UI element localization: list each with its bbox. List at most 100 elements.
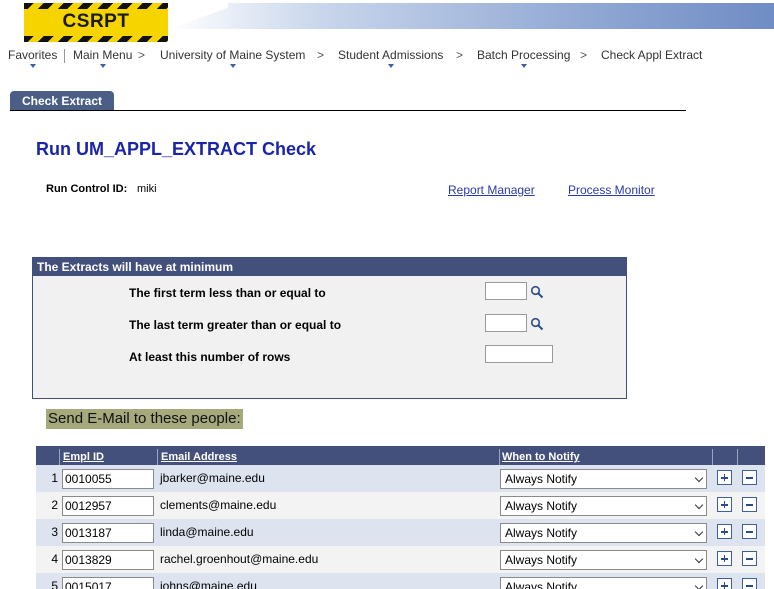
notify-value: Always Notify [505,526,578,540]
notify-select[interactable]: Always Notify [500,550,707,570]
row-number: 2 [51,498,58,512]
rows-label: At least this number of rows [129,350,291,364]
minus-icon [746,558,753,560]
notify-select[interactable]: Always Notify [500,577,707,589]
nav-batch-processing[interactable]: Batch Processing [477,48,571,68]
nav-check-appl-extract[interactable]: Check Appl Extract [601,48,702,62]
col-header-email[interactable]: Email Address [161,449,237,465]
magnifier-icon[interactable] [530,317,544,331]
header-divider [157,449,158,465]
header-divider [737,449,738,465]
run-control-label: Run Control ID: [46,183,128,195]
nav-favorites[interactable]: Favorites [8,48,58,68]
tab-underline [10,110,686,111]
row-number: 3 [51,525,58,539]
rows-input[interactable] [485,345,553,363]
emplid-input[interactable]: 0013187 [62,523,154,543]
page-title: Run UM_APPL_EXTRACT Check [36,139,317,159]
add-row-button[interactable] [717,524,732,539]
chevron-down-icon [694,500,704,510]
table-row: 1 0010055 jbarker@maine.edu Always Notif… [36,465,765,492]
nav-main-menu[interactable]: Main Menu [73,48,133,68]
plus-icon-stem [723,582,726,589]
email-address: linda@maine.edu [160,525,254,539]
email-section-heading: Send E-Mail to these people: [46,409,243,429]
notify-value: Always Notify [505,580,578,589]
nav-university-of-maine-system[interactable]: University of Maine System [160,48,305,68]
delete-row-button[interactable] [742,470,757,485]
plus-icon-stem [723,528,726,535]
dropdown-triangle-icon [229,64,236,68]
email-address: johns@maine.edu [160,579,257,589]
logo-stripe-top [24,3,168,9]
header-divider [499,449,500,465]
plus-icon-stem [723,501,726,508]
logo-stripe-bottom [24,36,168,42]
process-monitor-link[interactable]: Process Monitor [568,183,655,197]
minus-icon [746,477,753,479]
notify-value: Always Notify [505,553,578,567]
breadcrumb-separator: > [138,48,146,62]
nav-batch-processing-label: Batch Processing [477,48,571,62]
nav-divider [64,49,65,63]
last-term-input[interactable] [485,314,527,332]
add-row-button[interactable] [717,497,732,512]
header-divider [712,449,713,465]
tab-check-extract[interactable]: Check Extract [10,91,114,111]
delete-row-button[interactable] [742,524,757,539]
notify-select[interactable]: Always Notify [500,523,707,543]
minus-icon [746,585,753,587]
add-row-button[interactable] [717,578,732,589]
magnifier-icon[interactable] [530,285,544,299]
email-address: rachel.groenhout@maine.edu [160,552,319,566]
table-row: 2 0012957 clements@maine.edu Always Noti… [36,492,765,519]
notify-value: Always Notify [505,499,578,513]
minus-icon [746,504,753,506]
table-row: 5 0015017 johns@maine.edu Always Notify [36,573,765,589]
extracts-group-title: The Extracts will have at minimum [33,258,626,276]
notify-select[interactable]: Always Notify [500,469,707,489]
add-row-button[interactable] [717,551,732,566]
last-term-label: The last term greater than or equal to [129,318,342,332]
nav-student-admissions[interactable]: Student Admissions [338,48,444,68]
first-term-label: The first term less than or equal to [129,286,326,300]
dropdown-triangle-icon [387,64,394,68]
col-header-notify[interactable]: When to Notify [502,449,580,465]
dropdown-triangle-icon [99,64,106,68]
row-number: 5 [51,579,58,589]
nav-student-admissions-label: Student Admissions [338,48,444,62]
notify-value: Always Notify [505,472,578,486]
table-row: 4 0013829 rachel.groenhout@maine.edu Alw… [36,546,765,573]
notify-select[interactable]: Always Notify [500,496,707,516]
extracts-group-box: The Extracts will have at minimum The fi… [32,257,627,399]
run-control-value: miki [137,183,157,195]
emplid-input[interactable]: 0012957 [62,496,154,516]
emplid-input[interactable]: 0013829 [62,550,154,570]
logo: CSRPT [24,3,168,42]
chevron-down-icon [694,581,704,589]
chevron-down-icon [694,527,704,537]
breadcrumb: Favorites Main Menu > University of Main… [0,46,774,68]
first-term-input[interactable] [485,282,527,300]
header-banner: CSRPT [0,0,774,44]
breadcrumb-separator: > [580,48,588,62]
email-address: jbarker@maine.edu [160,471,265,485]
add-row-button[interactable] [717,470,732,485]
nav-main-menu-label: Main Menu [73,48,133,62]
col-header-emplid[interactable]: Empl ID [63,449,104,465]
grid-header: Empl ID Email Address When to Notify [36,449,765,465]
email-address: clements@maine.edu [160,498,277,512]
emplid-input[interactable]: 0015017 [62,577,154,589]
header-divider [59,449,60,465]
email-grid: Empl ID Email Address When to Notify 1 0… [36,446,765,589]
report-manager-link[interactable]: Report Manager [448,183,535,197]
header-gradient-bar [168,3,774,29]
logo-text: CSRPT [62,11,130,32]
row-number: 1 [51,471,58,485]
delete-row-button[interactable] [742,551,757,566]
emplid-input[interactable]: 0010055 [62,469,154,489]
delete-row-button[interactable] [742,497,757,512]
delete-row-button[interactable] [742,578,757,589]
nav-favorites-label: Favorites [8,48,58,62]
plus-icon-stem [723,474,726,481]
